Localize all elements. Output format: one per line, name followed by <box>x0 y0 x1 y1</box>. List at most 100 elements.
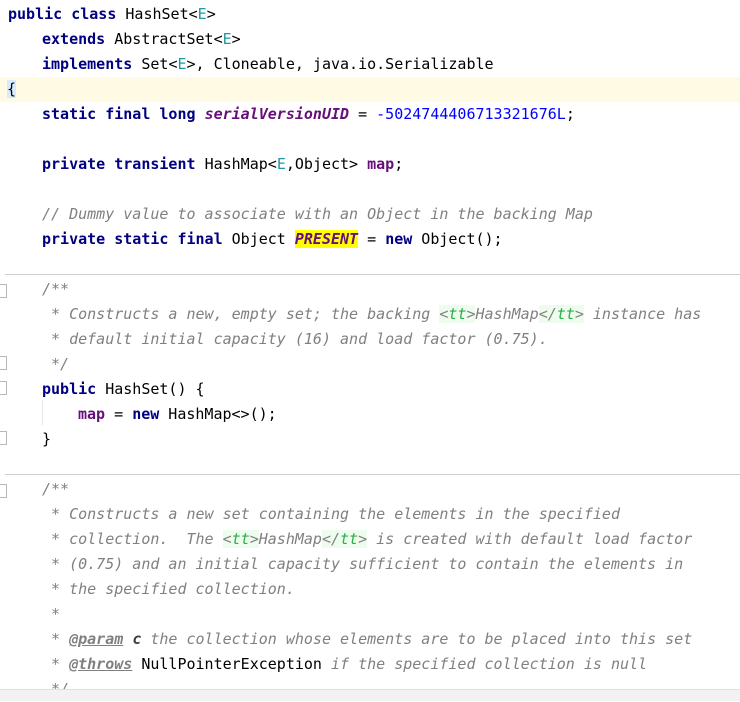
type-param: E <box>197 5 207 23</box>
operator: = <box>349 105 377 123</box>
doc-comment-line[interactable]: * the specified collection. <box>42 577 295 602</box>
code-line-constructor[interactable]: public HashSet() { <box>42 377 205 402</box>
tag-name: tt <box>231 530 250 548</box>
keyword: static final long <box>42 105 196 123</box>
indent-guide <box>42 400 43 425</box>
keyword: private static final <box>42 230 223 248</box>
doc-text: instance has <box>583 305 702 323</box>
doc-comment-line[interactable]: * collection. The <tt>HashMap</tt> is cr… <box>42 527 692 552</box>
javadoc-exception-name: NullPointerException <box>141 655 322 673</box>
code-line-implements[interactable]: implements Set<E>, Cloneable, java.io.Se… <box>42 52 494 77</box>
fold-marker-icon[interactable] <box>0 356 7 370</box>
html-tag: <tt> <box>222 530 259 548</box>
punct: > <box>231 30 241 48</box>
type-name: AbstractSet <box>114 30 214 48</box>
field-name: map <box>367 155 395 173</box>
doc-comment-line[interactable]: * Constructs a new, empty set; the backi… <box>42 302 701 327</box>
doc-text: * (0.75) and an initial capacity suffici… <box>42 555 684 573</box>
doc-text: HashMap <box>475 305 539 323</box>
matched-brace: { <box>7 80 17 98</box>
punct: < <box>188 5 198 23</box>
method-separator <box>5 474 740 475</box>
code-line-class-decl[interactable]: public class HashSet<E> <box>8 2 216 27</box>
doc-comment-line[interactable]: /** <box>42 277 69 302</box>
tag-bracket: > <box>574 305 584 323</box>
doc-comment-line[interactable]: * default initial capacity (16) and load… <box>42 327 548 352</box>
method-separator <box>5 274 740 275</box>
close-brace: } <box>42 430 52 448</box>
operator: = <box>105 405 133 423</box>
doc-text: is created with default load factor <box>367 530 693 548</box>
line-comment: // Dummy value to associate with an Obje… <box>42 205 593 223</box>
doc-text: * <box>42 605 61 623</box>
type-name: Object <box>222 230 295 248</box>
type-param: E <box>276 155 286 173</box>
keyword: extends <box>42 30 106 48</box>
punct: < <box>213 30 223 48</box>
fold-marker-icon[interactable] <box>0 431 7 445</box>
static-field: serialVersionUID <box>204 105 350 123</box>
doc-close: */ <box>42 355 70 373</box>
html-tag: <tt> <box>439 305 476 323</box>
keyword: public <box>42 380 97 398</box>
punct: ; <box>394 155 404 173</box>
keyword: new <box>385 230 413 248</box>
doc-comment-line[interactable]: * @throws NullPointerException if the sp… <box>42 652 647 677</box>
tag-name: tt <box>556 305 575 323</box>
keyword: implements <box>42 55 133 73</box>
tag-bracket: < <box>222 530 232 548</box>
doc-text: * Constructs a new, empty set; the backi… <box>42 305 440 323</box>
tag-name: tt <box>448 305 467 323</box>
method-signature: HashSet() { <box>96 380 205 398</box>
operator: = <box>358 230 386 248</box>
doc-comment-line[interactable]: * (0.75) and an initial capacity suffici… <box>42 552 683 577</box>
code-line-open-brace[interactable]: { <box>7 77 17 102</box>
expression: Object(); <box>412 230 503 248</box>
type-list: >, Cloneable, java.io.Serializable <box>186 55 494 73</box>
doc-comment-line[interactable]: /** <box>42 477 69 502</box>
keyword: class <box>71 5 117 23</box>
code-line-close-brace[interactable]: } <box>42 427 51 452</box>
type-param: E <box>222 30 232 48</box>
highlighted-field: PRESENT <box>294 230 359 248</box>
doc-comment-line[interactable]: * <box>42 602 60 627</box>
doc-text: * Constructs a new set containing the el… <box>42 505 620 523</box>
html-tag: </tt> <box>538 305 584 323</box>
doc-open: /** <box>42 280 70 298</box>
code-line-constructor-body[interactable]: map = new HashMap<>(); <box>78 402 277 427</box>
doc-text: if the specified collection is null <box>321 655 648 673</box>
tag-bracket: > <box>249 530 259 548</box>
keyword: new <box>132 405 160 423</box>
number-literal: -5024744406713321676L <box>376 105 566 123</box>
keyword: public <box>8 5 63 23</box>
field-name: map <box>78 405 106 423</box>
code-line-serial[interactable]: static final long serialVersionUID = -50… <box>42 102 575 127</box>
code-editor[interactable]: public class HashSet<E> extends Abstract… <box>0 0 740 701</box>
punct: ; <box>565 105 575 123</box>
html-tag: </tt> <box>321 530 368 548</box>
code-line-comment[interactable]: // Dummy value to associate with an Obje… <box>42 202 593 227</box>
fold-marker-icon[interactable] <box>0 484 7 498</box>
type-param: E <box>177 55 187 73</box>
code-line-extends[interactable]: extends AbstractSet<E> <box>42 27 241 52</box>
fold-marker-icon[interactable] <box>0 381 7 395</box>
doc-open: /** <box>42 480 70 498</box>
doc-comment-line[interactable]: * @param c the collection whose elements… <box>42 627 692 652</box>
code-line-map-field[interactable]: private transient HashMap<E,Object> map; <box>42 152 403 177</box>
code-line-present[interactable]: private static final Object PRESENT = ne… <box>42 227 503 252</box>
type-name: ,Object> <box>285 155 368 173</box>
tag-bracket: </ <box>321 530 341 548</box>
type-name: Set <box>141 55 169 73</box>
doc-text: the collection whose elements are to be … <box>141 630 693 648</box>
doc-text: HashMap <box>258 530 322 548</box>
javadoc-tag: @throws <box>69 655 133 673</box>
horizontal-scrollbar[interactable] <box>0 689 740 701</box>
fold-marker-icon[interactable] <box>0 284 7 298</box>
javadoc-tag: @param <box>69 630 124 648</box>
doc-text: * default initial capacity (16) and load… <box>42 330 548 348</box>
doc-comment-line[interactable]: */ <box>42 352 69 377</box>
doc-text: * <box>42 630 70 648</box>
doc-text: * collection. The <box>42 530 223 548</box>
doc-comment-line[interactable]: * Constructs a new set containing the el… <box>42 502 620 527</box>
tag-name: tt <box>340 530 359 548</box>
